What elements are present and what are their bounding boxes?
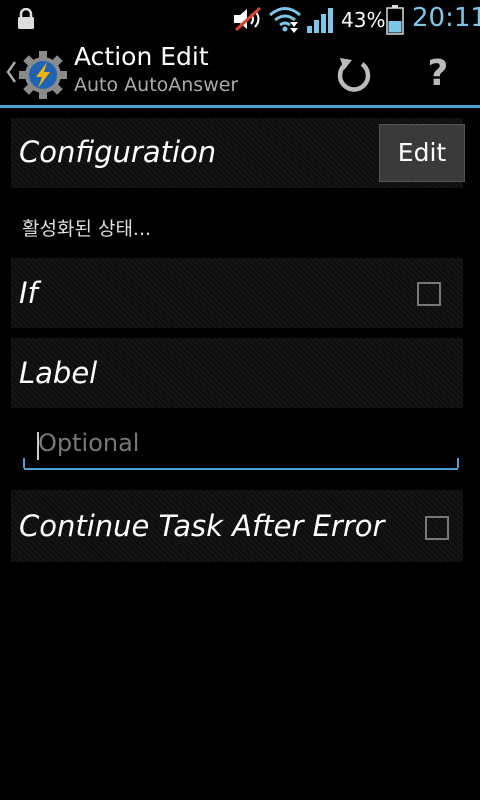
page-title: Action Edit [74,42,209,71]
chevron-left-icon[interactable] [5,60,17,84]
page-subtitle: Auto AutoAnswer [74,74,239,96]
label-label: Label [19,356,98,390]
tasker-gear-icon[interactable] [18,50,68,100]
configuration-row: Configuration Edit [11,118,465,188]
wifi-icon [269,7,301,33]
configuration-label: Configuration [19,135,217,169]
if-label: If [19,276,38,310]
label-input[interactable]: Optional [23,420,459,470]
state-summary: 활성화된 상태... [22,218,152,240]
battery-icon [386,5,404,35]
continue-task-row[interactable]: Continue Task After Error [11,490,463,562]
refresh-button[interactable] [332,54,376,98]
mute-icon [234,6,262,32]
action-bar: Action Edit Auto AutoAnswer ? [0,38,480,106]
help-button[interactable]: ? [418,52,458,96]
refresh-icon [337,58,371,92]
label-row: Label [11,338,463,408]
if-checkbox[interactable] [417,282,441,306]
signal-icon [307,8,333,33]
continue-task-checkbox[interactable] [425,516,449,540]
lock-icon [18,8,34,29]
label-input-placeholder: Optional [38,429,140,457]
continue-task-label: Continue Task After Error [19,509,385,543]
battery-percent: 43% [341,8,386,32]
status-bar: 43% 20:11 [0,0,480,38]
if-row[interactable]: If [11,258,463,328]
edit-button[interactable]: Edit [379,124,465,182]
text-caret [37,432,39,460]
action-bar-divider [0,105,480,108]
clock: 20:11 [412,3,480,33]
